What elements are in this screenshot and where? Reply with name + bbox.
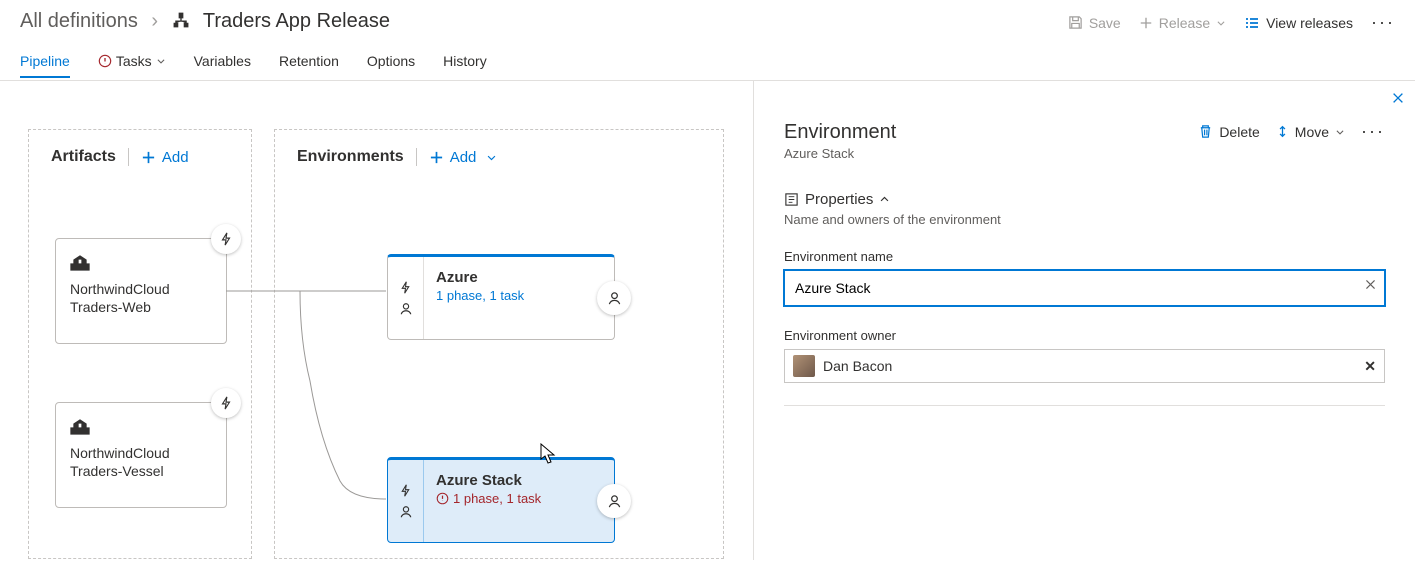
remove-owner-button[interactable]: ✕ bbox=[1364, 358, 1376, 375]
chevron-down-icon bbox=[156, 56, 166, 66]
person-icon bbox=[399, 505, 413, 519]
trigger-badge[interactable] bbox=[211, 388, 241, 418]
person-icon bbox=[607, 494, 622, 509]
artifact-card-web[interactable]: NorthwindCloud Traders-Web bbox=[55, 238, 227, 344]
artifact-card-vessel[interactable]: NorthwindCloud Traders-Vessel bbox=[55, 402, 227, 508]
panel-title: Environment bbox=[784, 121, 896, 144]
close-icon bbox=[1364, 278, 1377, 291]
trash-icon bbox=[1198, 124, 1213, 139]
list-icon bbox=[1244, 15, 1260, 31]
add-environment-button[interactable]: Add bbox=[429, 149, 498, 166]
owner-avatar bbox=[793, 355, 815, 377]
person-icon bbox=[607, 291, 622, 306]
plus-icon bbox=[1139, 16, 1153, 30]
move-environment-button[interactable]: Move bbox=[1276, 124, 1345, 140]
close-icon bbox=[1391, 91, 1405, 105]
postdeploy-conditions[interactable] bbox=[597, 484, 631, 518]
environment-properties-panel: Environment Azure Stack Delete Move ··· bbox=[753, 81, 1415, 560]
lightning-icon bbox=[399, 281, 412, 294]
close-panel-button[interactable] bbox=[1385, 85, 1411, 114]
view-releases-button[interactable]: View releases bbox=[1244, 15, 1353, 31]
environment-name: Azure bbox=[436, 269, 602, 286]
predeploy-conditions[interactable] bbox=[388, 257, 424, 339]
release-button[interactable]: Release bbox=[1139, 15, 1226, 31]
owner-name: Dan Bacon bbox=[823, 358, 892, 374]
panel-subtitle: Azure Stack bbox=[784, 146, 896, 161]
environment-owner-field[interactable]: Dan Bacon ✕ bbox=[784, 349, 1385, 383]
tab-pipeline[interactable]: Pipeline bbox=[20, 43, 70, 78]
lightning-icon bbox=[399, 484, 412, 497]
artifacts-column: Artifacts Add NorthwindCloud Traders-Web bbox=[28, 129, 252, 559]
environment-card-azure[interactable]: Azure 1 phase, 1 task bbox=[387, 254, 615, 340]
environment-tasks-link[interactable]: 1 phase, 1 task bbox=[436, 288, 602, 303]
tab-options[interactable]: Options bbox=[367, 43, 415, 78]
artifact-name: NorthwindCloud Traders-Vessel bbox=[70, 444, 212, 480]
breadcrumb-root[interactable]: All definitions bbox=[20, 10, 138, 32]
definition-tabs: Pipeline Tasks Variables Retention Optio… bbox=[0, 41, 1415, 81]
lightning-icon bbox=[219, 396, 233, 410]
person-icon bbox=[399, 302, 413, 316]
tab-tasks[interactable]: Tasks bbox=[98, 43, 166, 78]
save-icon bbox=[1068, 15, 1083, 30]
clear-input-button[interactable] bbox=[1364, 278, 1377, 294]
chevron-down-icon bbox=[486, 152, 497, 163]
environments-column: Environments Add Azure 1 phase, 1 task bbox=[274, 129, 724, 559]
section-divider bbox=[784, 405, 1385, 406]
environment-card-azure-stack[interactable]: Azure Stack 1 phase, 1 task bbox=[387, 457, 615, 543]
move-icon bbox=[1276, 124, 1289, 139]
plus-icon bbox=[429, 150, 444, 165]
environment-name-input[interactable] bbox=[784, 270, 1385, 306]
build-icon bbox=[70, 417, 212, 438]
trigger-badge[interactable] bbox=[211, 224, 241, 254]
breadcrumb-separator: › bbox=[151, 10, 158, 32]
tab-history[interactable]: History bbox=[443, 43, 487, 78]
environments-header: Environments bbox=[297, 148, 404, 166]
chevron-down-icon bbox=[1335, 127, 1345, 137]
properties-section-header[interactable]: Properties bbox=[784, 191, 1385, 208]
more-menu[interactable]: ··· bbox=[1371, 12, 1395, 33]
save-button[interactable]: Save bbox=[1068, 15, 1121, 31]
lightning-icon bbox=[219, 232, 233, 246]
error-icon bbox=[98, 54, 112, 68]
artifact-name: NorthwindCloud Traders-Web bbox=[70, 280, 212, 316]
tab-variables[interactable]: Variables bbox=[194, 43, 251, 78]
tab-retention[interactable]: Retention bbox=[279, 43, 339, 78]
properties-icon bbox=[784, 192, 799, 207]
chevron-up-icon bbox=[879, 194, 890, 205]
predeploy-conditions[interactable] bbox=[388, 460, 424, 542]
postdeploy-conditions[interactable] bbox=[597, 281, 631, 315]
environment-name-label: Environment name bbox=[784, 249, 1385, 264]
error-icon bbox=[436, 492, 449, 505]
add-artifact-button[interactable]: Add bbox=[141, 149, 189, 166]
environment-owner-label: Environment owner bbox=[784, 328, 1385, 343]
properties-section-subtitle: Name and owners of the environment bbox=[784, 212, 1385, 227]
delete-environment-button[interactable]: Delete bbox=[1198, 124, 1259, 140]
environment-tasks-link[interactable]: 1 phase, 1 task bbox=[436, 491, 602, 506]
chevron-down-icon bbox=[1216, 18, 1226, 28]
release-definition-icon bbox=[172, 11, 190, 35]
environment-name: Azure Stack bbox=[436, 472, 602, 489]
plus-icon bbox=[141, 150, 156, 165]
page-title: Traders App Release bbox=[203, 10, 390, 32]
artifacts-header: Artifacts bbox=[51, 148, 116, 166]
build-icon bbox=[70, 253, 212, 274]
panel-more-menu[interactable]: ··· bbox=[1361, 121, 1385, 142]
